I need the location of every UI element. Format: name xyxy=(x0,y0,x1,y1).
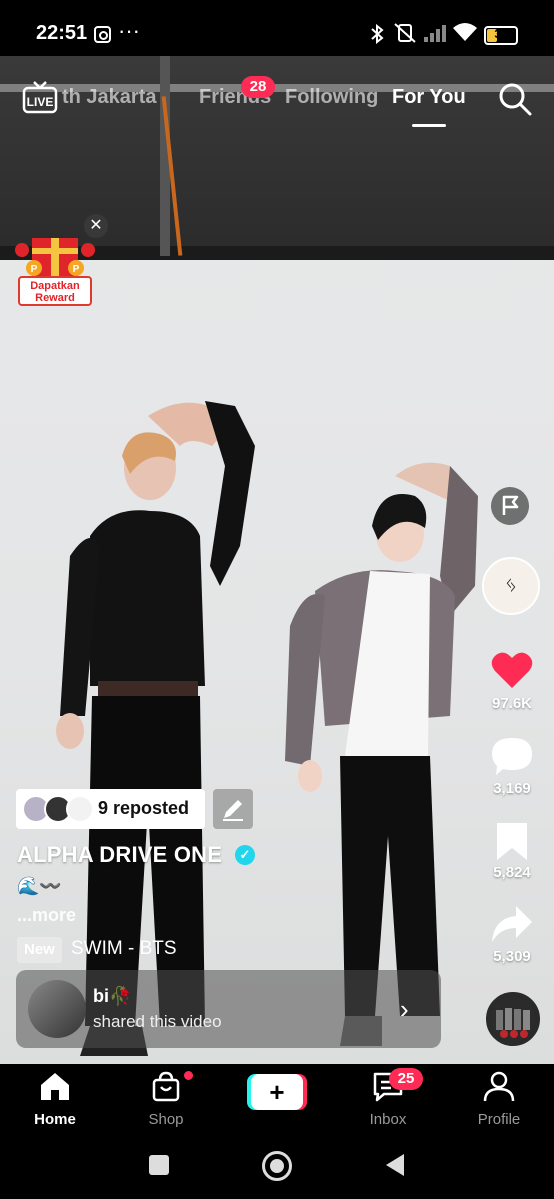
shared-by-card[interactable]: bi🥀 shared this video › xyxy=(16,970,441,1048)
battery-icon: 32 xyxy=(484,26,518,45)
active-tab-indicator xyxy=(412,124,446,127)
back-button[interactable] xyxy=(384,1152,406,1183)
edit-repost-button[interactable] xyxy=(213,789,253,829)
chevron-right-icon: › xyxy=(400,994,409,1024)
bookmark-icon xyxy=(497,823,527,860)
repost-pill[interactable]: 9 reposted xyxy=(16,789,205,829)
tab-for-you[interactable]: For You xyxy=(392,86,466,109)
status-bar: 22:51 ··· 32 xyxy=(0,0,554,56)
recents-button[interactable] xyxy=(149,1155,169,1175)
plus-label: + xyxy=(269,1077,284,1107)
caption: 🌊〰️ xyxy=(17,876,62,896)
nav-home[interactable]: Home xyxy=(10,1070,100,1128)
gift-icon: P P xyxy=(15,238,95,278)
heart-icon xyxy=(491,652,533,688)
status-time: 22:51 xyxy=(36,22,88,44)
report-flag-button[interactable] xyxy=(491,487,529,525)
flag-icon xyxy=(502,495,519,515)
share-icon xyxy=(492,906,532,942)
share-button[interactable] xyxy=(490,904,534,949)
home-icon xyxy=(41,1073,69,1100)
tab-following[interactable]: Following xyxy=(285,86,378,109)
bottom-nav: Home Shop + Inbox 25 Profile xyxy=(0,1064,554,1136)
bluetooth-icon xyxy=(370,23,384,49)
vibrate-off-icon xyxy=(393,22,417,50)
reward-widget[interactable]: P P Dapatkan Reward xyxy=(14,226,96,308)
reward-close-button[interactable]: ✕ xyxy=(84,214,108,238)
dancer-left xyxy=(56,401,255,1056)
nav-inbox-label: Inbox xyxy=(369,1111,407,1128)
battery-level: 32 xyxy=(494,27,508,41)
signal-icon xyxy=(424,24,448,42)
wifi-icon xyxy=(452,22,478,42)
live-icon[interactable]: LIVE xyxy=(22,80,58,114)
song-title[interactable]: SWIM - BTS xyxy=(71,938,177,960)
comment-count: 3,169 xyxy=(493,780,531,797)
nav-home-label: Home xyxy=(34,1111,76,1128)
author-name[interactable]: ALPHA DRIVE ONE xyxy=(17,842,222,868)
save-button[interactable] xyxy=(494,820,530,867)
nav-shop[interactable]: Shop xyxy=(121,1070,211,1128)
system-nav-bar xyxy=(0,1136,554,1199)
nav-profile-label: Profile xyxy=(477,1111,521,1128)
comment-button[interactable] xyxy=(490,735,534,782)
inbox-badge: 25 xyxy=(389,1068,423,1090)
repost-avatar xyxy=(66,795,94,823)
caption-more-link[interactable]: ...more xyxy=(17,905,76,926)
verified-icon: ✓ xyxy=(235,845,255,865)
nav-shop-label: Shop xyxy=(148,1111,184,1128)
creator-avatar[interactable]: ᛃ xyxy=(482,557,540,615)
comment-icon xyxy=(492,738,532,775)
music-disc[interactable] xyxy=(486,992,540,1046)
friends-badge: 28 xyxy=(241,76,275,98)
repost-text: 9 reposted xyxy=(98,798,190,818)
reward-label: Dapatkan Reward xyxy=(18,276,92,306)
video-player[interactable] xyxy=(0,56,554,1064)
sharer-avatar xyxy=(28,980,86,1038)
save-count: 5,824 xyxy=(493,864,531,881)
like-count: 97.6K xyxy=(491,695,533,712)
search-icon[interactable] xyxy=(498,82,532,116)
profile-icon xyxy=(483,1071,515,1102)
shared-subtitle: shared this video xyxy=(93,1012,222,1031)
instagram-icon xyxy=(94,26,111,43)
nav-profile[interactable]: Profile xyxy=(454,1070,544,1128)
plus-icon: + xyxy=(247,1074,307,1110)
pencil-icon xyxy=(223,800,243,821)
more-notifications-icon: ··· xyxy=(118,18,140,43)
shop-notification-dot xyxy=(184,1071,193,1080)
tab-location[interactable]: th Jakarta xyxy=(62,86,157,109)
like-button[interactable] xyxy=(490,650,534,695)
live-label: LIVE xyxy=(27,95,54,109)
sharer-name: bi🥀 xyxy=(93,986,132,1006)
create-button[interactable]: + xyxy=(247,1074,307,1110)
coin-left: P xyxy=(31,264,38,275)
new-badge: New xyxy=(17,937,62,963)
share-count: 5,309 xyxy=(493,948,531,965)
home-system-button[interactable] xyxy=(262,1151,292,1181)
coin-right: P xyxy=(73,264,80,275)
album-art-icon xyxy=(490,996,536,1042)
dancer-right xyxy=(285,462,478,1046)
shopping-bag-icon xyxy=(152,1071,180,1102)
